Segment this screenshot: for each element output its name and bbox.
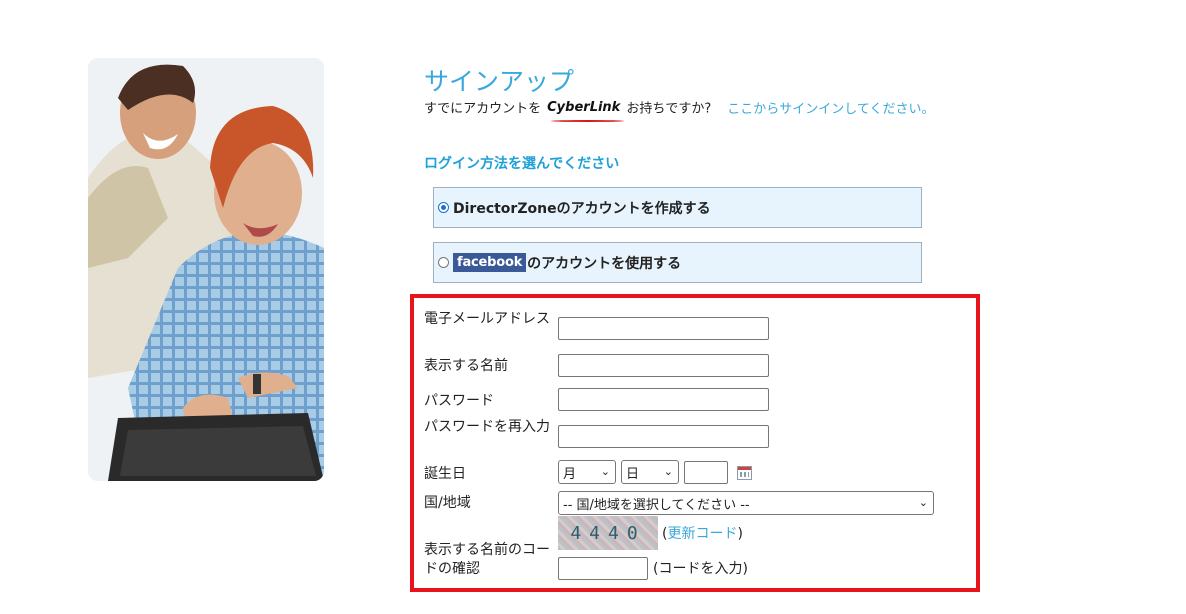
captcha-image: 4440 [558,516,658,550]
birthday-label: 誕生日 [424,466,466,482]
option-directorzone-label: DirectorZoneのアカウントを作成する [453,200,711,217]
year-field[interactable] [684,461,728,484]
signin-prompt: すでにアカウントを CyberLink お持ちですか? ここからサインインしてください… [424,96,944,122]
option-facebook-label: のアカウントを使用する [527,255,682,272]
email-label: 電子メールアドレス [424,311,550,327]
page-title: サインアップ [424,67,575,96]
chevron-down-icon: ⌄ [918,496,928,509]
display-name-label: 表示する名前 [424,358,508,374]
facebook-logo: facebook [453,253,527,272]
chevron-down-icon: ⌄ [663,465,673,478]
refresh-code-link[interactable]: 更新コード [667,526,737,542]
display-name-field[interactable] [558,354,769,377]
password-confirm-field[interactable] [558,425,769,448]
signup-photo [88,58,324,481]
refresh-code: (更新コード) [662,523,743,543]
signin-prompt-text: すでにアカウントを [424,101,542,117]
option-facebook-account[interactable]: facebook のアカウントを使用する [433,242,922,283]
country-label: 国/地域 [424,495,471,511]
email-field[interactable] [558,317,769,340]
day-select[interactable]: 日 ⌄ [621,460,679,484]
password-confirm-label: パスワードを再入力 [424,419,550,435]
country-select-value: -- 国/地域を選択してください -- [563,497,750,513]
login-method-heading: ログイン方法を選んでください [424,156,620,172]
password-field[interactable] [558,388,769,411]
radio-directorzone[interactable] [438,202,449,213]
refresh-close-paren: ) [737,526,743,542]
calendar-icon[interactable] [737,466,752,480]
country-select[interactable]: -- 国/地域を選択してください -- ⌄ [558,491,934,515]
month-select[interactable]: 月 ⌄ [558,460,616,484]
chevron-down-icon: ⌄ [600,465,610,478]
month-select-value: 月 [563,466,577,482]
captcha-label: 表示する名前のコードの確認 [424,542,550,577]
cyberlink-logo: CyberLink [547,96,625,122]
code-hint: (コードを入力) [653,561,748,577]
signin-link[interactable]: ここからサインインしてください。 [727,102,934,117]
day-select-value: 日 [626,466,640,482]
radio-facebook[interactable] [438,257,449,268]
password-label: パスワード [424,393,494,409]
signin-prompt-question: お持ちですか? [626,101,712,117]
option-directorzone-account[interactable]: DirectorZoneのアカウントを作成する [433,187,922,228]
captcha-code-field[interactable] [558,557,648,580]
